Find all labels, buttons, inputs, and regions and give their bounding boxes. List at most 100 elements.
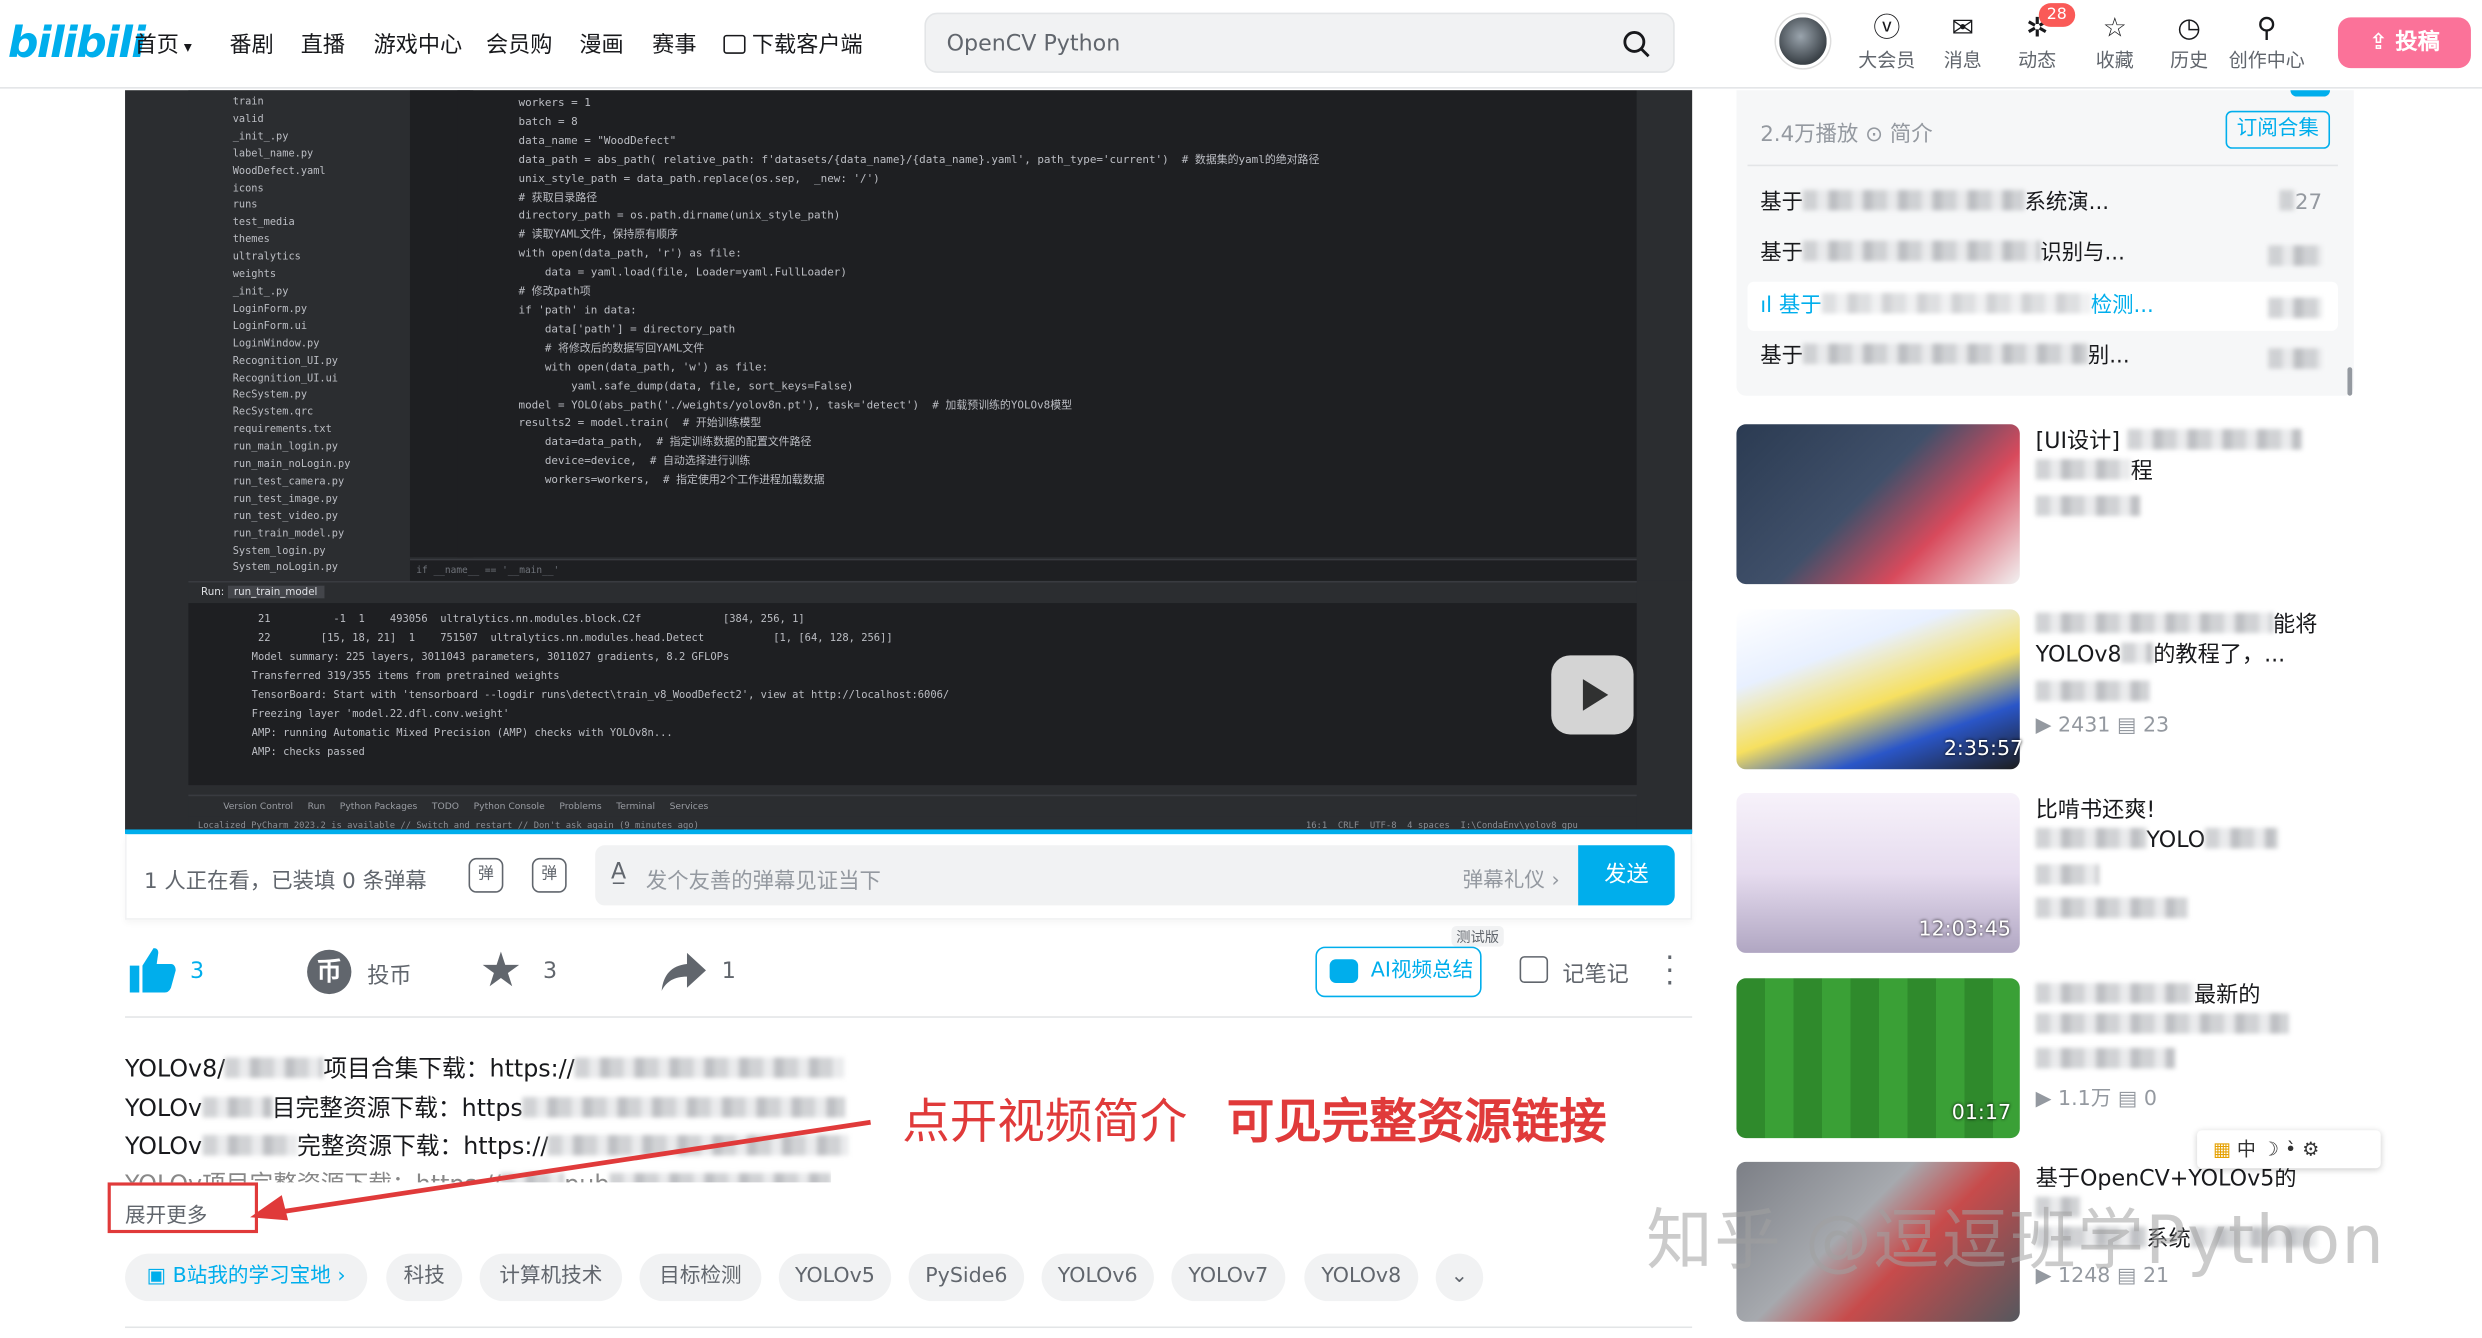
rec-uploader[interactable]	[2035, 1047, 2175, 1073]
history-button[interactable]: ◷ 历史	[2158, 14, 2221, 73]
file-tree-item: label_name.py	[232, 146, 314, 160]
rec-title[interactable]: 比啃书还爽! YOLO	[2035, 796, 2337, 856]
danmaku-toggle-icon[interactable]: 弹	[468, 857, 504, 893]
console-line: 21 -1 1 493056 ultralytics.nn.modules.bl…	[251, 612, 805, 626]
ime-toolbar[interactable]: ▦ 中 ☽ •̀ ⚙	[2197, 1130, 2381, 1169]
like-count[interactable]: 3	[190, 959, 204, 984]
nav-home[interactable]: 首页 ▾	[135, 28, 192, 60]
send-danmaku-button[interactable]: 发送	[1578, 845, 1675, 906]
ai-summary-button[interactable]: AI视频总结	[1315, 946, 1482, 998]
rec-uploader[interactable]	[2035, 680, 2150, 706]
more-options-icon[interactable]: · · ·	[1665, 944, 1674, 998]
video-player[interactable]: train valid _init_.py label_name.py WoodDefe…	[125, 90, 1693, 833]
nav-manga[interactable]: 漫画	[579, 28, 623, 60]
upload-icon: ⇪	[2369, 30, 2396, 56]
messages-button[interactable]: ✉ 消息	[1931, 14, 1994, 73]
file-tree-item: test_media	[232, 215, 295, 229]
favorites-button[interactable]: ☆ 收藏	[2083, 14, 2146, 73]
collection-top-accent	[2290, 90, 2331, 97]
creator-center-button[interactable]: ⚲ 创作中心	[2224, 14, 2309, 73]
play-count-icon: ▶	[2035, 1087, 2059, 1112]
danmaku-input[interactable]: A̲ 发个友善的弹幕见证当下 弹幕礼仪 ›	[595, 845, 1580, 906]
note-icon[interactable]	[1519, 956, 1549, 983]
play-icon[interactable]	[1551, 655, 1634, 735]
avatar[interactable]	[1776, 14, 1830, 69]
coin-label[interactable]: 投币	[367, 959, 411, 991]
chevron-down-icon[interactable]: ⌄	[1435, 1253, 1484, 1302]
text-style-icon[interactable]: A̲	[611, 860, 626, 885]
code-line: directory_path = os.path.dirname(unix_st…	[492, 209, 841, 223]
like-icon[interactable]	[127, 947, 178, 994]
expand-more-button[interactable]: 展开更多	[125, 1198, 207, 1229]
tag-item[interactable]: 目标检测	[639, 1253, 762, 1302]
file-tree-item: run_test_camera.py	[232, 474, 345, 488]
right-tool-strip	[1636, 90, 1693, 581]
rec-uploader[interactable]	[2035, 495, 2141, 520]
episode-item[interactable]: 基于 系统演... 27	[1748, 179, 2338, 228]
desc-line-1: YOLOv8/项目合集下载：https://	[125, 1051, 844, 1084]
notes-button[interactable]: 记笔记	[1562, 958, 1628, 990]
share-count[interactable]: 1	[722, 959, 736, 984]
tag-item[interactable]: 计算机技术	[479, 1253, 623, 1302]
run-header: Run: run_train_model	[188, 580, 1637, 604]
search-input[interactable]: OpenCV Python	[947, 32, 1121, 57]
danmaku-count-icon: ▤	[2116, 713, 2143, 738]
danmaku-etiquette-link[interactable]: 弹幕礼仪 ›	[1463, 863, 1560, 893]
file-tree-item: System_login.py	[232, 543, 326, 557]
bilibili-logo[interactable]: bilibili	[8, 19, 146, 68]
nav-download-client[interactable]: 下载客户端	[723, 28, 863, 60]
favorite-count[interactable]: 3	[543, 959, 557, 984]
tag-item[interactable]: YOLOv7	[1171, 1253, 1286, 1302]
file-tree-item: RecSystem.py	[232, 388, 308, 402]
episode-item[interactable]: 基于 识别与...	[1748, 230, 2338, 279]
file-tree-item: runs	[232, 198, 258, 212]
nav-mall[interactable]: 会员购	[486, 28, 552, 60]
upload-button[interactable]: ⇪ 投稿	[2337, 17, 2471, 69]
share-icon[interactable]	[658, 950, 709, 994]
code-line: data['path'] = directory_path	[492, 322, 736, 336]
code-line: # 将修改后的数据写回YAML文件	[492, 341, 705, 355]
rec-stats: ▶ 2431 ▤ 23	[2035, 713, 2170, 738]
vip-button[interactable]: ⓥ 大会员	[1855, 14, 1918, 73]
file-tree-item: LoginForm.ui	[232, 319, 308, 333]
ime-grid-icon: ▦	[2212, 1138, 2231, 1161]
coin-icon[interactable]: 币	[307, 949, 352, 995]
code-line: workers = 1	[492, 96, 591, 110]
rec-thumbnail[interactable]	[1736, 424, 2020, 585]
notification-badge: 28	[2038, 3, 2075, 27]
tag-item[interactable]: YOLOv5	[778, 1253, 892, 1302]
console-line: AMP: checks passed	[251, 745, 365, 759]
console-line: Model summary: 225 layers, 3011043 param…	[251, 650, 730, 664]
episode-item[interactable]: 基于 别...	[1748, 332, 2338, 381]
subscribe-collection-button[interactable]: 订阅合集	[2225, 110, 2331, 149]
tag-item[interactable]: YOLOv6	[1041, 1253, 1154, 1302]
danmaku-settings-icon[interactable]: 弹	[531, 857, 567, 893]
rec-duration: 01:17	[1951, 1101, 2012, 1126]
search-icon[interactable]	[1622, 30, 1650, 58]
intro-link[interactable]: 简介	[1890, 122, 1933, 147]
code-line: # 读取YAML文件，保持原有顺序	[492, 228, 678, 242]
tag-item[interactable]: PySide6	[908, 1253, 1025, 1302]
console-line: AMP: running Automatic Mixed Precision (…	[251, 726, 673, 740]
rec-title[interactable]: [UI设计] 程	[2035, 427, 2337, 487]
file-tree-item: run_main_noLogin.py	[232, 457, 351, 471]
nav-anime[interactable]: 番剧	[230, 28, 274, 60]
rec-uploader[interactable]	[2035, 864, 2099, 889]
rec-title[interactable]: 能将 YOLOv8 的教程了，...	[2035, 611, 2337, 671]
code-line: # 修改path项	[492, 285, 591, 298]
tag-item[interactable]: 科技	[386, 1253, 463, 1302]
nav-live[interactable]: 直播	[301, 28, 345, 60]
collection-scrollbar[interactable]	[2347, 367, 2353, 396]
favorite-icon[interactable]: ★	[480, 943, 523, 998]
tag-item[interactable]: YOLOv8	[1304, 1253, 1419, 1302]
play-count-icon: ▶	[2035, 713, 2059, 738]
episode-item-active[interactable]: ıl 基于 检测...	[1747, 281, 2338, 331]
rec-title[interactable]: 最新的	[2035, 981, 2337, 1041]
nav-esports[interactable]: 赛事	[652, 28, 696, 60]
run-tab[interactable]: run_train_model	[227, 585, 324, 599]
clock-icon: ◷	[2177, 12, 2201, 45]
play-count: 2.4万播放 ⊙ 简介	[1760, 121, 1933, 148]
nav-game-center[interactable]: 游戏中心	[374, 28, 463, 60]
tag-study-channel[interactable]: ▣ B站我的学习宝地 ›	[125, 1253, 368, 1302]
search-box[interactable]: OpenCV Python	[924, 12, 1675, 73]
